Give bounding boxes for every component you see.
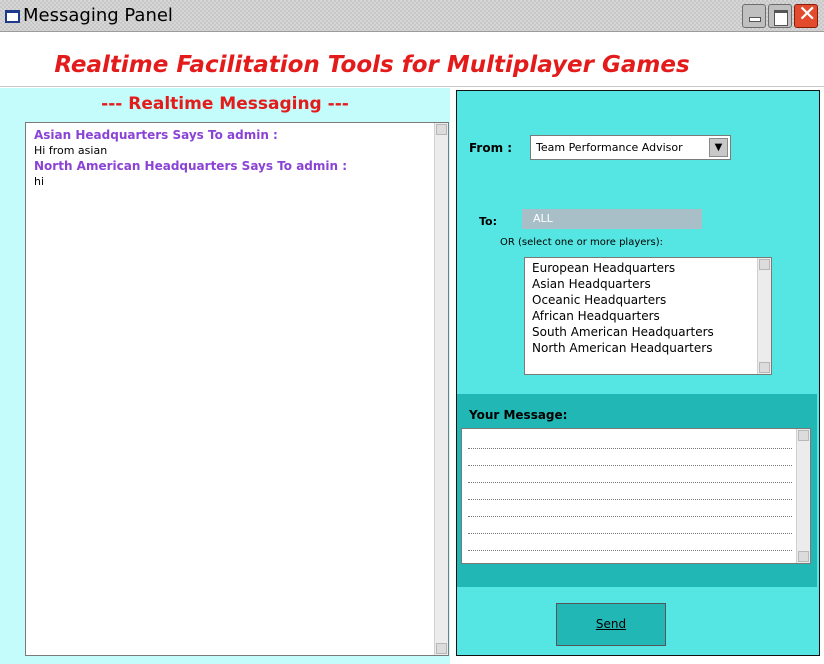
ruled-line (468, 448, 792, 449)
to-field[interactable]: ALL (522, 209, 702, 229)
divider (0, 86, 824, 87)
player-list-item[interactable]: Oceanic Headquarters (532, 293, 666, 307)
player-list-item[interactable]: South American Headquarters (532, 325, 714, 339)
player-list-item[interactable]: Asian Headquarters (532, 277, 651, 291)
your-message-section: Your Message: (457, 394, 817, 587)
to-label: To: (479, 215, 497, 228)
from-select-value: Team Performance Advisor (536, 141, 683, 154)
scroll-down-arrow-icon[interactable] (798, 551, 809, 562)
compose-panel: From : Team Performance Advisor ▼ To: AL… (456, 90, 820, 656)
scroll-up-arrow-icon[interactable] (759, 259, 770, 270)
to-field-value: ALL (533, 212, 553, 225)
your-message-label: Your Message: (469, 408, 568, 422)
message-list: Asian Headquarters Says To admin : Hi fr… (34, 127, 429, 189)
ruled-line (468, 550, 792, 551)
page-heading: Realtime Facilitation Tools for Multipla… (54, 52, 690, 78)
message-header: North American Headquarters Says To admi… (34, 159, 348, 173)
ruled-line (468, 482, 792, 483)
scroll-down-arrow-icon[interactable] (759, 362, 770, 373)
message-log[interactable]: Asian Headquarters Says To admin : Hi fr… (25, 122, 449, 656)
window-title: Messaging Panel (23, 5, 173, 26)
ruled-line (468, 516, 792, 517)
scroll-up-arrow-icon[interactable] (436, 124, 447, 135)
message-body: hi (34, 175, 45, 188)
send-button-label: Send (595, 617, 627, 631)
close-button[interactable]: ✕ (794, 2, 818, 28)
scroll-down-arrow-icon[interactable] (436, 643, 447, 654)
ruled-line (468, 499, 792, 500)
window-icon (5, 10, 20, 23)
send-button[interactable]: Send (556, 603, 666, 646)
scroll-up-arrow-icon[interactable] (798, 430, 809, 441)
message-header: Asian Headquarters Says To admin : (34, 128, 278, 142)
from-select[interactable]: Team Performance Advisor ▼ (530, 135, 731, 160)
ruled-line (468, 533, 792, 534)
messaging-panel-window: Messaging Panel ✕ Realtime Facilitation … (0, 0, 824, 664)
message-textarea-scrollbar[interactable] (796, 429, 810, 563)
ruled-line (468, 465, 792, 466)
message-body: Hi from asian (34, 144, 108, 157)
from-label: From : (469, 141, 513, 155)
maximize-button[interactable] (768, 4, 792, 28)
minimize-button[interactable] (742, 4, 766, 28)
player-list-item[interactable]: European Headquarters (532, 261, 675, 275)
close-icon: ✕ (798, 2, 817, 27)
title-bar[interactable]: Messaging Panel ✕ (0, 0, 824, 32)
chevron-down-icon[interactable]: ▼ (709, 138, 728, 157)
player-listbox-scrollbar[interactable] (757, 258, 771, 374)
message-log-scrollbar[interactable] (434, 123, 448, 655)
player-listbox[interactable]: European Headquarters Asian Headquarters… (524, 257, 772, 375)
message-textarea[interactable] (461, 428, 811, 564)
realtime-messaging-panel: --- Realtime Messaging --- Asian Headqua… (0, 88, 450, 664)
realtime-messaging-title: --- Realtime Messaging --- (101, 94, 349, 114)
player-list-item[interactable]: North American Headquarters (532, 341, 712, 355)
player-select-hint: OR (select one or more players): (500, 237, 663, 248)
player-list-item[interactable]: African Headquarters (532, 309, 660, 323)
